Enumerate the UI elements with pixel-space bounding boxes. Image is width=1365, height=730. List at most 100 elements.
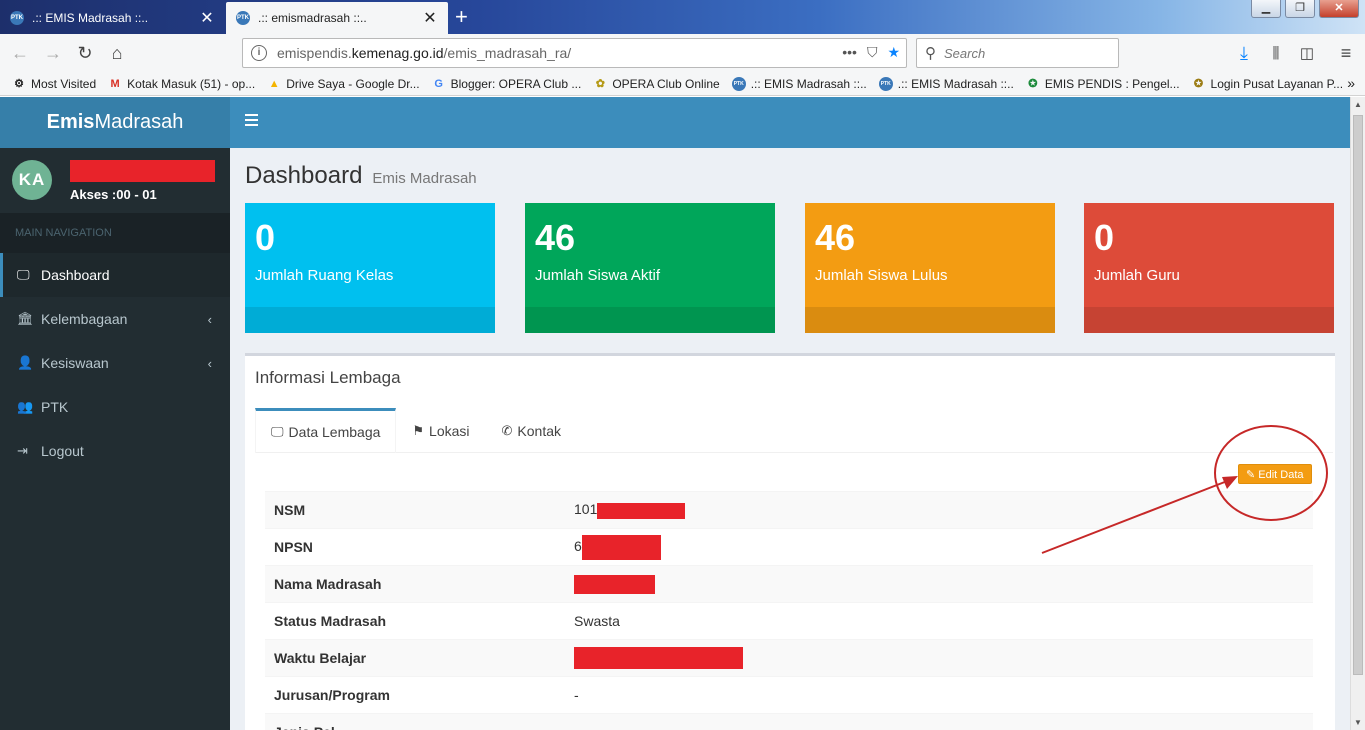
stat-label: Jumlah Guru: [1094, 267, 1180, 284]
sidebar-item-logout[interactable]: ⇥ Logout: [0, 429, 230, 473]
menu-icon[interactable]: ≡: [1334, 41, 1358, 65]
new-tab-icon[interactable]: +: [455, 4, 468, 30]
phone-icon: ✆: [501, 422, 513, 438]
signpost-icon: ⚑: [412, 422, 425, 438]
stat-label: Jumlah Siswa Lulus: [815, 267, 948, 284]
table-row: NSM 101: [265, 491, 1313, 529]
scrollbar-thumb[interactable]: [1353, 115, 1363, 675]
stat-footer[interactable]: [525, 307, 775, 333]
chevron-left-icon: ‹: [207, 355, 212, 371]
scroll-up-icon[interactable]: ▲: [1354, 100, 1362, 109]
users-icon: 👥: [17, 399, 34, 414]
google-icon: G: [434, 77, 443, 90]
maximize-icon[interactable]: ❐: [1285, 0, 1315, 18]
sidebar-item-kesiswaan[interactable]: 👤 Kesiswaan ‹: [0, 341, 230, 385]
bookmark-emis-2[interactable]: PTK.:: EMIS Madrasah ::..: [878, 76, 1014, 91]
window-close-icon[interactable]: ✕: [1319, 0, 1359, 18]
stat-value: 46: [815, 217, 856, 258]
stat-footer[interactable]: [805, 307, 1055, 333]
user-icon: 👤: [17, 355, 34, 370]
scroll-down-icon[interactable]: ▼: [1354, 718, 1362, 727]
stat-label: Jumlah Ruang Kelas: [255, 267, 394, 284]
back-icon[interactable]: ←: [8, 41, 32, 65]
bookmark-blogger[interactable]: G Blogger: OPERA Club ...: [432, 77, 581, 91]
stat-ruang-kelas: 0 Jumlah Ruang Kelas: [245, 203, 495, 333]
url-bar[interactable]: i emispendis. kemenag.go.id/emis_madrasah…: [242, 38, 907, 68]
redaction: [574, 574, 655, 594]
row-value: [565, 639, 1313, 677]
browser-tab-strip: PTK .:: EMIS Madrasah ::.. ✕ PTK .:: emi…: [0, 0, 1365, 34]
site-info-icon[interactable]: i: [251, 45, 267, 61]
bookmarks-toolbar: ⚙ Most Visited M Kotak Masuk (51) - op... …: [0, 72, 1365, 96]
stat-value: 46: [535, 217, 576, 258]
opera-club-icon: ✿: [595, 78, 605, 90]
stat-value: 0: [1094, 217, 1115, 258]
tab-kontak[interactable]: ✆ Kontak: [486, 408, 578, 453]
bookmark-opera-club[interactable]: ✿ OPERA Club Online: [593, 77, 720, 91]
forward-icon[interactable]: →: [41, 41, 65, 65]
tab-data-lembaga[interactable]: 🖵 Data Lembaga: [255, 408, 397, 453]
stat-siswa-aktif: 46 Jumlah Siswa Aktif: [525, 203, 775, 333]
row-value: 6: [565, 528, 1313, 566]
user-akses: Akses :00 - 01: [70, 187, 157, 202]
stat-label: Jumlah Siswa Aktif: [535, 267, 661, 284]
search-icon: ⚲: [925, 45, 936, 62]
stat-guru: 0 Jumlah Guru: [1084, 203, 1334, 333]
tab-lokasi[interactable]: ⚑ Lokasi: [396, 408, 485, 453]
url-prefix: emispendis.: [277, 45, 352, 61]
stat-footer[interactable]: [1084, 307, 1334, 333]
sidebar-item-ptk[interactable]: 👥 PTK: [0, 385, 230, 429]
monitor-icon: 🖵: [17, 267, 30, 282]
close-tab-icon[interactable]: ✕: [199, 8, 215, 28]
tab-title: .:: emismadrasah ::..: [258, 11, 367, 25]
pocket-icon[interactable]: ⛉: [867, 44, 878, 61]
reload-icon[interactable]: ↻: [73, 41, 97, 65]
more-bookmarks-icon[interactable]: »: [1347, 75, 1355, 91]
row-value: [565, 565, 1313, 603]
row-key: Jurusan/Program: [265, 676, 565, 714]
url-host: kemenag.go.id: [351, 45, 444, 61]
bookmark-emis-1[interactable]: PTK.:: EMIS Madrasah ::..: [731, 76, 867, 91]
table-row: Nama Madrasah: [265, 565, 1313, 603]
stat-value: 0: [255, 217, 276, 258]
brand-logo[interactable]: EmisMadrasah: [0, 97, 230, 148]
ptk-favicon-icon: PTK: [10, 11, 24, 25]
bookmark-gmail[interactable]: M Kotak Masuk (51) - op...: [108, 77, 256, 91]
bookmark-login-pusat[interactable]: ✪ Login Pusat Layanan P...: [1192, 77, 1343, 91]
library-icon[interactable]: ⫼: [1264, 41, 1288, 65]
bookmark-emis-pendis[interactable]: ✪ EMIS PENDIS : Pengel...: [1026, 77, 1179, 91]
top-navbar: [230, 97, 1350, 148]
bookmark-drive[interactable]: ▲ Drive Saya - Google Dr...: [267, 77, 420, 91]
avatar: KA: [12, 160, 52, 200]
row-value: [565, 713, 1313, 730]
bookmark-star-icon[interactable]: ★: [887, 44, 900, 61]
ptk-favicon-icon: PTK: [236, 11, 250, 25]
stat-footer[interactable]: [245, 307, 495, 333]
kemenag-icon: ✪: [1028, 78, 1038, 90]
sidebar-item-dashboard[interactable]: 🖵 Dashboard: [0, 253, 230, 297]
sidebar-toggle-icon[interactable]: ◫: [1295, 41, 1319, 65]
sidebar-item-kelembagaan[interactable]: 🏛 Kelembagaan ‹: [0, 297, 230, 341]
home-icon[interactable]: ⌂: [105, 41, 129, 65]
download-icon[interactable]: ⤓: [1232, 41, 1256, 65]
user-panel: KA Akses :00 - 01: [0, 148, 230, 213]
row-value: -: [565, 676, 1313, 714]
close-tab-icon[interactable]: ✕: [422, 8, 438, 28]
row-key: Jenis Pel...: [265, 713, 565, 730]
redaction: [581, 534, 661, 560]
browser-tab-emis-madrasah[interactable]: PTK .:: EMIS Madrasah ::.. ✕: [0, 2, 225, 34]
panel-tabs: 🖵 Data Lembaga ⚑ Lokasi ✆ Kontak: [255, 408, 1333, 453]
page-scrollbar[interactable]: ▲ ▼: [1350, 97, 1365, 730]
bookmark-most-visited[interactable]: ⚙ Most Visited: [12, 77, 96, 91]
edit-data-button[interactable]: ✎ Edit Data: [1238, 464, 1312, 484]
browser-toolbar: ← → ↻ ⌂ i emispendis. kemenag.go.id/emis_…: [0, 34, 1365, 72]
browser-tab-emismadrasah[interactable]: PTK .:: emismadrasah ::.. ✕: [226, 2, 448, 34]
info-table: NSM 101 NPSN 6 Nama Madrasah Status Madr…: [265, 491, 1313, 730]
page-actions-icon[interactable]: •••: [842, 44, 857, 61]
ptk-icon: PTK: [878, 76, 893, 91]
monitor-icon: 🖵: [271, 424, 284, 439]
search-input[interactable]: ⚲ Search: [916, 38, 1119, 68]
minimize-icon[interactable]: ▁: [1251, 0, 1281, 18]
hamburger-icon[interactable]: [245, 114, 258, 129]
table-row: Status Madrasah Swasta: [265, 602, 1313, 640]
